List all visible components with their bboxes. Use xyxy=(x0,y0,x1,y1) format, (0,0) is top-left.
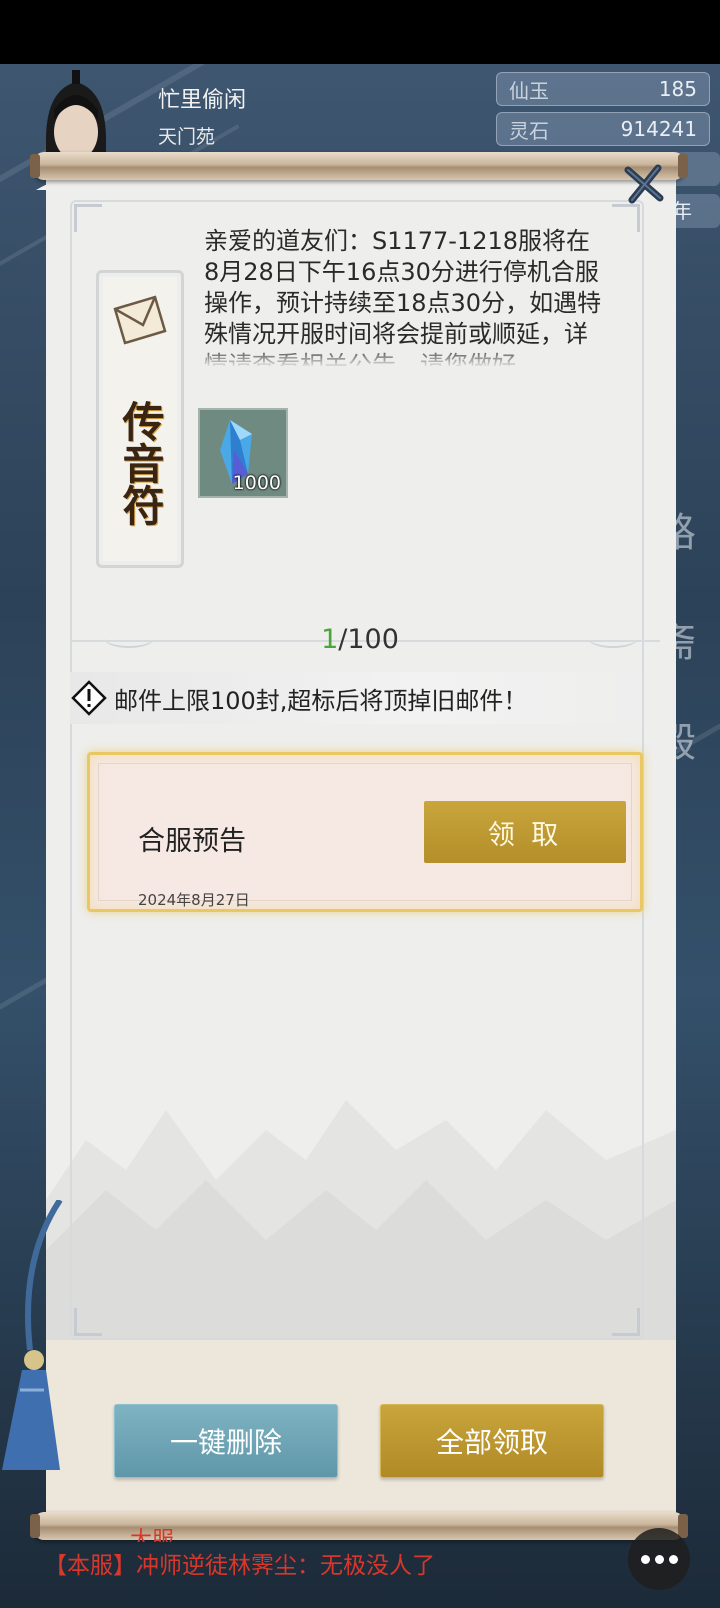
chat-button[interactable] xyxy=(628,1528,690,1590)
mail-item-title: 合服预告 xyxy=(138,826,246,857)
mail-item-date: 2024年8月27日 xyxy=(138,891,250,909)
claim-button[interactable]: 领 取 xyxy=(424,801,626,863)
delete-all-button[interactable]: 一键删除 xyxy=(114,1404,338,1478)
player-name: 忙里偷闲 xyxy=(158,88,247,113)
notice-text: 邮件上限100封,超标后将顶掉旧邮件！ xyxy=(114,686,528,715)
chat-dot xyxy=(640,1554,650,1564)
talisman-panel: 传音符 xyxy=(96,270,184,568)
resource-label: 仙玉 xyxy=(509,78,549,103)
resource-value: 185 xyxy=(658,77,697,101)
chat-latest-line[interactable]: 【本服】冲师逆徒林霁尘：无极没人了 xyxy=(44,1546,435,1580)
mail-counter: 1/100 xyxy=(280,624,440,655)
player-sect: 天门苑 xyxy=(158,126,216,148)
resource-lingshi[interactable]: 灵石 914241 xyxy=(496,112,710,146)
mail-list-item[interactable]: 合服预告 2024年8月27日 领 取 xyxy=(87,752,643,912)
attachment-item[interactable]: 1000 xyxy=(198,408,288,498)
warning-icon xyxy=(70,679,108,717)
chat-dot xyxy=(654,1554,664,1564)
mail-count-current: 1 xyxy=(321,624,339,655)
resource-value: 914241 xyxy=(620,117,697,141)
mail-limit-notice: 邮件上限100封,超标后将顶掉旧邮件！ xyxy=(70,672,650,724)
divider-swirl xyxy=(104,628,154,648)
mail-body[interactable]: 亲爱的道友们：S1177-1218服将在8月28日下午16点30分进行停机合服操… xyxy=(204,226,604,366)
close-button[interactable] xyxy=(620,160,668,208)
frame-corner xyxy=(74,204,102,232)
attachment-quantity: 1000 xyxy=(232,472,281,494)
resource-xianyu[interactable]: 仙玉 185 xyxy=(496,72,710,106)
frame-corner xyxy=(612,1308,640,1336)
talisman-title: 传音符 xyxy=(116,400,165,526)
status-bar xyxy=(0,0,720,64)
claim-all-button[interactable]: 全部领取 xyxy=(380,1404,604,1478)
frame-corner xyxy=(612,204,640,232)
chat-dot xyxy=(668,1554,678,1564)
divider-swirl xyxy=(588,628,638,648)
mail-count-total: /100 xyxy=(338,624,399,655)
close-icon xyxy=(624,164,664,204)
tassel-decoration xyxy=(2,1200,63,1470)
envelope-icon xyxy=(113,295,167,345)
resource-label: 灵石 xyxy=(509,118,549,143)
chat-previous-line: 大服 xyxy=(130,1528,175,1542)
mail-body-fade xyxy=(204,346,604,368)
scroll-rod-top xyxy=(30,152,688,180)
